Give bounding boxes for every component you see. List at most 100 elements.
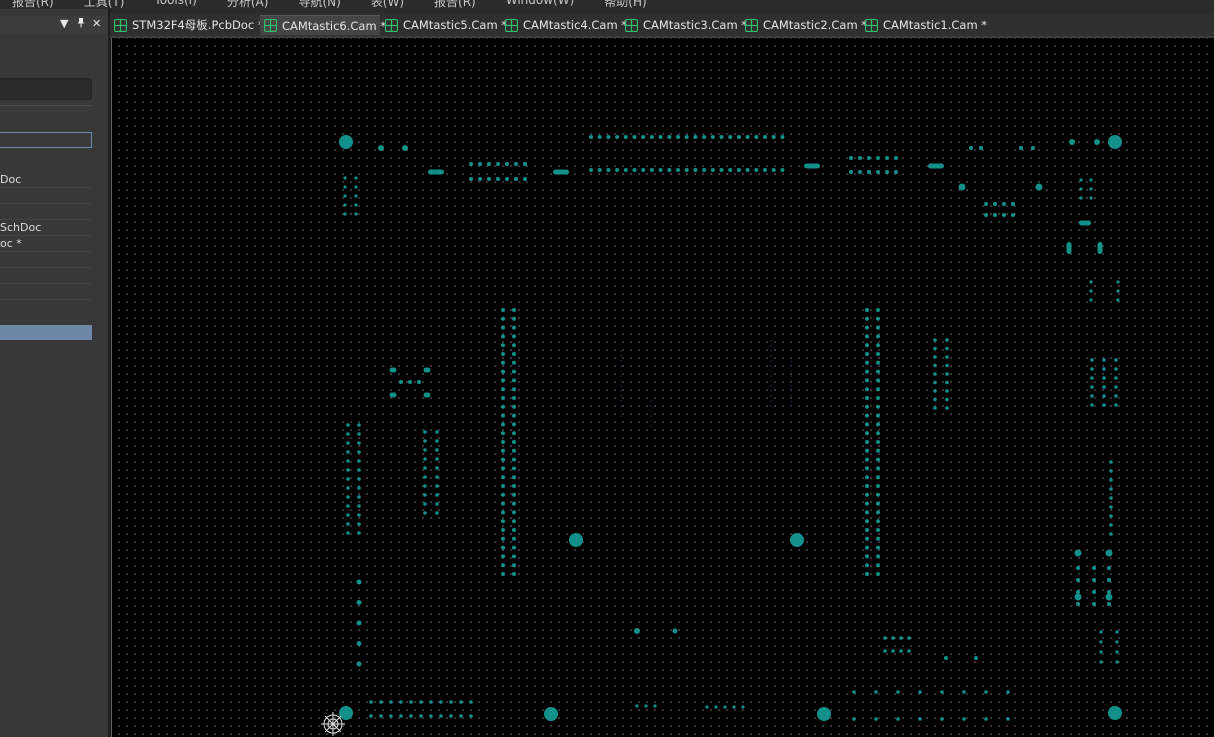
- pad: [876, 475, 880, 480]
- menu-item[interactable]: 报告(R): [434, 0, 476, 9]
- cam-doc-icon: [385, 18, 398, 32]
- pad: [1002, 213, 1006, 217]
- pad: [993, 213, 997, 217]
- panel-dropdown-icon[interactable]: ▼: [60, 17, 68, 31]
- pad: [865, 431, 869, 436]
- pad: [501, 510, 505, 515]
- pad: [399, 700, 403, 704]
- menu-item[interactable]: 工具(T): [84, 0, 125, 9]
- menu-item[interactable]: 帮助(H): [604, 0, 646, 9]
- tab-camtastic6-cam-[interactable]: CAMtastic6.Cam *: [260, 15, 386, 35]
- cam-doc-icon: [745, 18, 758, 32]
- projects-panel: ▼ ✕ Doc SchDoc oc *: [0, 9, 110, 737]
- panel-search-box[interactable]: [0, 78, 92, 100]
- project-file-item[interactable]: [0, 285, 92, 300]
- project-file-item[interactable]: oc *: [0, 237, 92, 252]
- pad: [478, 162, 482, 166]
- pad: [1011, 202, 1015, 206]
- pad: [865, 510, 869, 515]
- mounting-hole: [1108, 135, 1122, 149]
- pad: [1089, 187, 1093, 191]
- pad: [478, 177, 482, 181]
- pin-icon: [77, 18, 85, 28]
- pad: [435, 448, 439, 452]
- panel-filter-field[interactable]: [0, 132, 92, 148]
- pad: [512, 528, 516, 532]
- pad: [876, 325, 880, 330]
- tab-camtastic1-cam-[interactable]: CAMtastic1.Cam *: [861, 15, 987, 35]
- pad: [501, 536, 505, 541]
- project-file-item[interactable]: [0, 253, 92, 268]
- pad: [1092, 578, 1096, 582]
- pad: [1114, 376, 1118, 380]
- pad: [1011, 213, 1015, 217]
- pad: [1079, 187, 1083, 191]
- tab-camtastic4-cam-[interactable]: CAMtastic4.Cam *: [501, 15, 627, 35]
- pad: [357, 441, 361, 445]
- pad: [512, 316, 516, 321]
- pad: [883, 649, 887, 653]
- panel-pin-icon[interactable]: [76, 17, 86, 32]
- project-file-item[interactable]: SchDoc: [0, 221, 92, 236]
- pad: [969, 146, 973, 150]
- pad: [676, 168, 680, 172]
- pad: [958, 183, 966, 191]
- pad: [501, 466, 505, 471]
- cam-canvas[interactable]: [111, 38, 1214, 737]
- pad: [719, 135, 724, 139]
- pad: [523, 177, 527, 181]
- menu-item[interactable]: 分析(A): [227, 0, 269, 9]
- pad: [1092, 602, 1096, 606]
- pad: [417, 380, 421, 384]
- pad: [357, 423, 361, 427]
- pad: [1102, 367, 1106, 371]
- pad: [389, 700, 393, 704]
- panel-close-icon[interactable]: ✕: [92, 17, 101, 31]
- pad: [745, 135, 750, 139]
- tab-stm32f4-pcbdoc-[interactable]: STM32F4母板.PcbDoc *: [110, 15, 264, 35]
- project-file-item[interactable]: [0, 189, 92, 204]
- project-file-item[interactable]: [0, 205, 92, 220]
- menu-item[interactable]: Window(W): [506, 0, 575, 9]
- pad: [945, 346, 949, 351]
- pad: [876, 170, 880, 174]
- pad: [940, 690, 944, 694]
- pad: [676, 135, 680, 139]
- pad: [684, 168, 689, 172]
- tab-camtastic5-cam-[interactable]: CAMtastic5.Cam *: [381, 15, 507, 35]
- tab-camtastic2-cam-[interactable]: CAMtastic2.Cam *: [741, 15, 867, 35]
- smd-pad: [389, 367, 397, 373]
- pad: [1099, 650, 1103, 654]
- pad: [1105, 593, 1113, 601]
- pad: [1114, 367, 1118, 371]
- pad: [399, 714, 403, 718]
- project-file-item[interactable]: [0, 269, 92, 284]
- pad: [876, 440, 880, 444]
- pad: [357, 522, 361, 526]
- pad: [865, 536, 869, 541]
- pad: [512, 334, 516, 339]
- pad: [876, 492, 880, 497]
- pad: [644, 704, 648, 708]
- pad: [874, 717, 878, 721]
- pad: [459, 714, 463, 718]
- project-file-item[interactable]: [0, 325, 92, 340]
- pad: [435, 439, 439, 443]
- pad: [597, 135, 602, 139]
- project-file-item[interactable]: Doc: [0, 173, 92, 188]
- pad: [512, 378, 516, 383]
- pad: [876, 334, 880, 339]
- pad: [435, 484, 439, 488]
- pad: [1035, 183, 1043, 191]
- tab-camtastic3-cam-[interactable]: CAMtastic3.Cam *: [621, 15, 747, 35]
- pad: [754, 168, 759, 172]
- pad: [409, 700, 413, 704]
- pad: [865, 308, 869, 312]
- menu-item[interactable]: 报告(R): [12, 0, 54, 9]
- menu-item[interactable]: 表(W): [371, 0, 404, 9]
- menu-item[interactable]: 导航(N): [298, 0, 340, 9]
- pad: [876, 369, 880, 374]
- pad: [512, 563, 516, 568]
- menu-item[interactable]: Tools(I): [154, 0, 196, 9]
- pad: [356, 600, 362, 605]
